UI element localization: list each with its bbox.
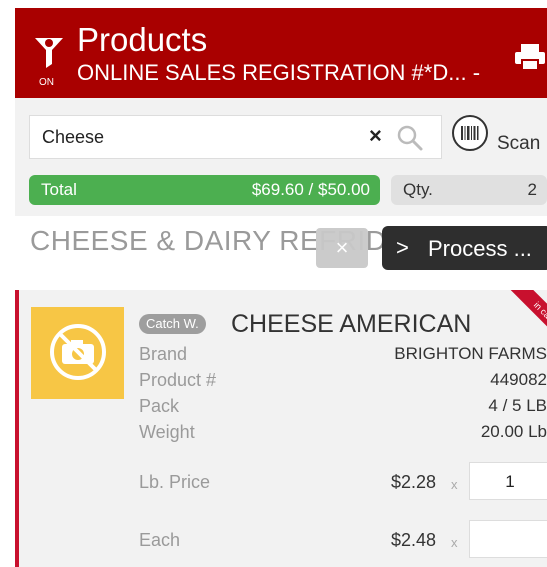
in-cart-ribbon: in cart <box>509 290 547 332</box>
weight-value: 20.00 Lb <box>480 422 547 441</box>
process-button-label: Process ... <box>428 236 532 261</box>
brand-value: BRIGHTON FARMS <box>394 344 547 363</box>
page-title: Products <box>77 21 208 58</box>
totals-bar: Total $69.60 / $50.00 Qty. 2 <box>15 170 547 216</box>
lb-price-label: Lb. Price <box>139 472 211 492</box>
category-title: CHEESE & DAIRY REFRIDGE <box>30 225 428 256</box>
multiply-sign: x <box>451 535 458 550</box>
filter-icon[interactable] <box>33 34 65 74</box>
total-label: Total <box>41 180 77 199</box>
product-image[interactable] <box>31 307 124 399</box>
weight-label: Weight <box>139 422 195 442</box>
search-input[interactable]: Cheese × <box>29 115 442 159</box>
chevron-right-icon: > <box>396 235 409 260</box>
multiply-sign: x <box>451 477 458 492</box>
each-price-label: Each <box>139 530 181 550</box>
filter-status-label: ON <box>39 77 54 88</box>
app-header: ON Products ONLINE SALES REGISTRATION #*… <box>15 8 547 98</box>
product-card: in cart Catch W. CHEESE AMERICAN Brand B… <box>15 290 547 567</box>
dismiss-button[interactable]: × <box>316 228 368 268</box>
qty-value: 2 <box>527 180 537 199</box>
search-input-value[interactable]: Cheese <box>42 127 104 148</box>
product-name[interactable]: CHEESE AMERICAN <box>231 310 471 339</box>
total-value: $69.60 / $50.00 <box>251 180 370 199</box>
pack-label: Pack <box>139 396 180 416</box>
each-quantity-input[interactable] <box>469 520 547 558</box>
barcode-icon[interactable] <box>451 114 489 152</box>
product-number-value: 449082 <box>490 370 547 389</box>
order-total-badge: Total $69.60 / $50.00 <box>29 175 380 205</box>
process-button[interactable]: > Process ... <box>382 226 547 270</box>
each-price-value: $2.48 <box>391 530 437 550</box>
lb-quantity-input[interactable]: 1 <box>469 462 547 500</box>
search-bar: Cheese × Scan <box>15 98 547 170</box>
pack-value: 4 / 5 LB <box>488 396 547 415</box>
qty-label: Qty. <box>403 180 433 199</box>
cart-quantity-badge: Qty. 2 <box>391 175 547 205</box>
printer-icon[interactable] <box>513 42 547 72</box>
clear-search-icon[interactable]: × <box>369 123 382 149</box>
brand-label: Brand <box>139 344 188 364</box>
search-icon[interactable] <box>396 124 424 152</box>
no-photo-icon <box>50 324 106 380</box>
page-subtitle[interactable]: ONLINE SALES REGISTRATION #*D... - <box>77 60 480 86</box>
lb-price-value: $2.28 <box>391 472 437 492</box>
product-number-label: Product # <box>139 370 217 390</box>
catch-weight-badge: Catch W. <box>139 314 206 334</box>
in-cart-ribbon-text: in cart <box>509 290 547 332</box>
scan-button-label[interactable]: Scan <box>497 133 540 155</box>
